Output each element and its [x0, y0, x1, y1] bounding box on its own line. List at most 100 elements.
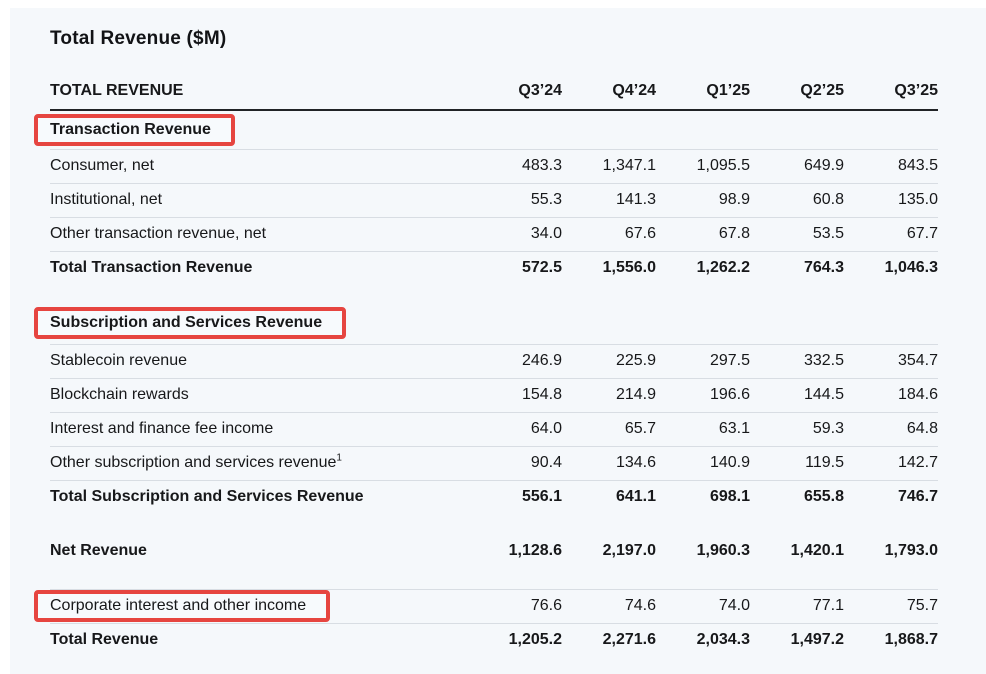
value-cell: 135.0 — [844, 183, 938, 217]
column-header: Q4’24 — [562, 50, 656, 110]
row-label-cell: Total Transaction Revenue — [50, 251, 468, 285]
row-label-cell: Transaction Revenue — [50, 110, 468, 149]
revenue-table: TOTAL REVENUE Q3’24Q4’24Q1’25Q2’25Q3’25 … — [50, 50, 938, 657]
row-label-cell: Subscription and Services Revenue — [50, 303, 468, 344]
spacer-cell — [50, 568, 938, 589]
value-cell: 75.7 — [844, 589, 938, 623]
value-cell: 119.5 — [750, 446, 844, 480]
table-row: Interest and finance fee income64.065.76… — [50, 412, 938, 446]
table-row: Total Revenue1,205.22,271.62,034.31,497.… — [50, 623, 938, 657]
value-cell: 1,347.1 — [562, 149, 656, 183]
row-label-cell: Other transaction revenue, net — [50, 217, 468, 251]
table-row: Corporate interest and other income76.67… — [50, 589, 938, 623]
value-cell: 1,497.2 — [750, 623, 844, 657]
value-cell: 1,095.5 — [656, 149, 750, 183]
row-label-cell: Corporate interest and other income — [50, 589, 468, 623]
table-row: Blockchain rewards154.8214.9196.6144.518… — [50, 378, 938, 412]
row-label: Institutional, net — [50, 191, 162, 208]
value-cell — [468, 110, 562, 149]
value-cell: 246.9 — [468, 344, 562, 378]
report-panel: Total Revenue ($M) TOTAL REVENUE Q3’24Q4… — [10, 8, 986, 674]
row-label-cell: Total Revenue — [50, 623, 468, 657]
row-label: Other subscription and services revenue1 — [50, 454, 342, 471]
value-cell: 63.1 — [656, 412, 750, 446]
table-row: Other subscription and services revenue1… — [50, 446, 938, 480]
section-header-row: Transaction Revenue — [50, 110, 938, 149]
value-cell: 1,046.3 — [844, 251, 938, 285]
value-cell: 483.3 — [468, 149, 562, 183]
table-row: Net Revenue1,128.62,197.01,960.31,420.11… — [50, 534, 938, 568]
value-cell — [750, 303, 844, 344]
row-label-cell: Institutional, net — [50, 183, 468, 217]
value-cell: 67.8 — [656, 217, 750, 251]
value-cell: 746.7 — [844, 480, 938, 514]
value-cell: 67.6 — [562, 217, 656, 251]
value-cell: 154.8 — [468, 378, 562, 412]
value-cell: 65.7 — [562, 412, 656, 446]
footnote-marker: 1 — [336, 453, 342, 464]
value-cell: 34.0 — [468, 217, 562, 251]
row-label: Net Revenue — [50, 542, 147, 559]
row-label-cell: Consumer, net — [50, 149, 468, 183]
table-row: Stablecoin revenue246.9225.9297.5332.535… — [50, 344, 938, 378]
value-cell — [562, 110, 656, 149]
value-cell: 225.9 — [562, 344, 656, 378]
row-label: Consumer, net — [50, 157, 154, 174]
value-cell: 141.3 — [562, 183, 656, 217]
row-label-cell: Other subscription and services revenue1 — [50, 446, 468, 480]
value-cell: 55.3 — [468, 183, 562, 217]
row-label: Total Revenue — [50, 631, 158, 648]
value-cell: 297.5 — [656, 344, 750, 378]
value-cell — [468, 303, 562, 344]
value-cell: 1,960.3 — [656, 534, 750, 568]
column-header: Q1’25 — [656, 50, 750, 110]
page-title: Total Revenue ($M) — [50, 28, 986, 50]
column-header: Q3’25 — [844, 50, 938, 110]
spacer-row — [50, 568, 938, 589]
column-header: Q3’24 — [468, 50, 562, 110]
row-label-cell: Interest and finance fee income — [50, 412, 468, 446]
value-cell: 77.1 — [750, 589, 844, 623]
value-cell: 1,205.2 — [468, 623, 562, 657]
value-cell: 1,868.7 — [844, 623, 938, 657]
section-header-row: Subscription and Services Revenue — [50, 303, 938, 344]
value-cell: 59.3 — [750, 412, 844, 446]
value-cell: 140.9 — [656, 446, 750, 480]
value-cell: 354.7 — [844, 344, 938, 378]
value-cell: 556.1 — [468, 480, 562, 514]
value-cell: 90.4 — [468, 446, 562, 480]
row-label-cell: Stablecoin revenue — [50, 344, 468, 378]
value-cell: 655.8 — [750, 480, 844, 514]
highlighted-row-label: Subscription and Services Revenue — [34, 307, 346, 339]
spacer-row — [50, 514, 938, 534]
value-cell: 134.6 — [562, 446, 656, 480]
value-cell: 572.5 — [468, 251, 562, 285]
value-cell: 74.6 — [562, 589, 656, 623]
value-cell: 196.6 — [656, 378, 750, 412]
value-cell: 2,197.0 — [562, 534, 656, 568]
value-cell: 698.1 — [656, 480, 750, 514]
table-header-label: TOTAL REVENUE — [50, 50, 468, 110]
value-cell — [844, 303, 938, 344]
value-cell: 184.6 — [844, 378, 938, 412]
column-header: Q2’25 — [750, 50, 844, 110]
value-cell: 764.3 — [750, 251, 844, 285]
row-label: Other transaction revenue, net — [50, 225, 266, 242]
value-cell: 142.7 — [844, 446, 938, 480]
value-cell: 1,420.1 — [750, 534, 844, 568]
value-cell: 67.7 — [844, 217, 938, 251]
highlighted-row-label: Transaction Revenue — [34, 114, 235, 146]
value-cell — [750, 110, 844, 149]
table-row: Institutional, net55.3141.398.960.8135.0 — [50, 183, 938, 217]
row-label-cell: Net Revenue — [50, 534, 468, 568]
row-label: Blockchain rewards — [50, 386, 189, 403]
value-cell: 1,556.0 — [562, 251, 656, 285]
value-cell: 2,034.3 — [656, 623, 750, 657]
highlighted-row-label: Corporate interest and other income — [34, 590, 330, 622]
row-label: Interest and finance fee income — [50, 420, 273, 437]
value-cell: 1,262.2 — [656, 251, 750, 285]
value-cell: 74.0 — [656, 589, 750, 623]
value-cell: 1,128.6 — [468, 534, 562, 568]
row-label-cell: Total Subscription and Services Revenue — [50, 480, 468, 514]
value-cell: 843.5 — [844, 149, 938, 183]
